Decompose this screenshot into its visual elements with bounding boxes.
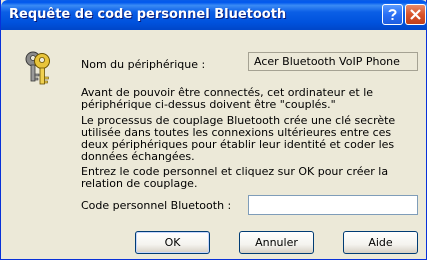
dialog-body: Nom du périphérique : Acer Bluetooth VoI… bbox=[1, 30, 426, 259]
keys-icon bbox=[25, 51, 50, 85]
help-button[interactable]: Aide bbox=[343, 231, 418, 254]
device-name-label: Nom du périphérique : bbox=[81, 58, 206, 71]
question-icon bbox=[388, 9, 397, 20]
help-title-button[interactable] bbox=[382, 4, 403, 25]
ok-button[interactable]: OK bbox=[135, 231, 210, 254]
close-button[interactable] bbox=[405, 4, 426, 25]
passkey-label: Code personnel Bluetooth : bbox=[81, 199, 232, 212]
pairing-instruction-text: Entrez le code personnel et cliquez sur … bbox=[81, 165, 389, 190]
pairing-intro-text: Avant de pouvoir être connectés, cet ord… bbox=[81, 86, 374, 111]
dialog-window: Requête de code personnel Bluetooth Nom … bbox=[0, 0, 427, 260]
passkey-input[interactable] bbox=[248, 195, 418, 215]
cancel-button[interactable]: Annuler bbox=[239, 231, 314, 254]
close-icon bbox=[410, 9, 421, 20]
window-title: Requête de code personnel Bluetooth bbox=[9, 7, 287, 22]
device-name-field: Acer Bluetooth VoIP Phone bbox=[248, 52, 418, 71]
title-bar[interactable]: Requête de code personnel Bluetooth bbox=[1, 0, 427, 30]
pairing-explanation-text: Le processus de couplage Bluetooth crée … bbox=[81, 114, 396, 163]
